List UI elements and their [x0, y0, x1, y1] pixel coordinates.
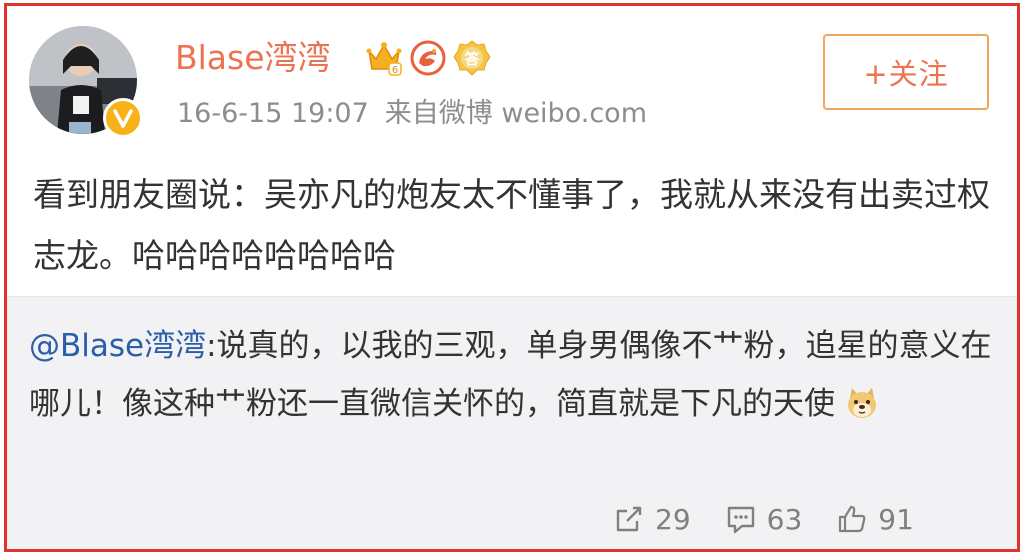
comment-count: 63 — [766, 502, 803, 536]
verified-v-icon — [103, 98, 143, 138]
thumbs-up-icon — [839, 505, 866, 533]
post-text: 看到朋友圈说：吴亦凡的炮友太不懂事了，我就从来没有出卖过权志龙。哈哈哈哈哈哈哈哈 — [33, 175, 990, 275]
post-time[interactable]: 16-6-15 19:07 — [177, 98, 369, 129]
repost-icon — [616, 506, 642, 532]
answer-badge-text: 答 — [464, 50, 480, 68]
doge-emoji-icon — [847, 388, 876, 418]
repost-block: @Blase湾湾:说真的，以我的三观，单身男偶像不艹粉，追星的意义在哪儿！像这种… — [7, 296, 1017, 549]
weibo-emblem-icon[interactable] — [409, 39, 447, 77]
weibo-post-card: Blase湾湾 6 答 16-6-15 19:07 来自微博 weibo.com … — [4, 3, 1020, 552]
username-link[interactable]: Blase湾湾 — [175, 36, 331, 80]
repost-content: @Blase湾湾:说真的，以我的三观，单身男偶像不艹粉，追星的意义在哪儿！像这种… — [29, 317, 995, 433]
post-meta: 16-6-15 19:07 来自微博 weibo.com — [177, 94, 663, 134]
follow-button[interactable]: +关注 — [823, 34, 989, 110]
repost-action[interactable]: 29 — [613, 503, 691, 536]
like-count: 91 — [878, 502, 914, 536]
like-action[interactable]: 91 — [836, 503, 914, 536]
answer-badge-icon[interactable]: 答 — [453, 39, 491, 77]
crown-vip-icon[interactable]: 6 — [365, 39, 403, 77]
action-bar: 29 63 91 — [613, 499, 948, 539]
repost-count: 29 — [655, 502, 691, 536]
post-source[interactable]: 来自微博 weibo.com — [385, 98, 647, 129]
comment-icon — [727, 506, 754, 534]
comment-action[interactable]: 63 — [725, 502, 803, 536]
mention-link[interactable]: @Blase湾湾 — [29, 328, 206, 364]
crown-level-text: 6 — [392, 65, 398, 76]
user-badges: 6 答 — [365, 36, 491, 80]
